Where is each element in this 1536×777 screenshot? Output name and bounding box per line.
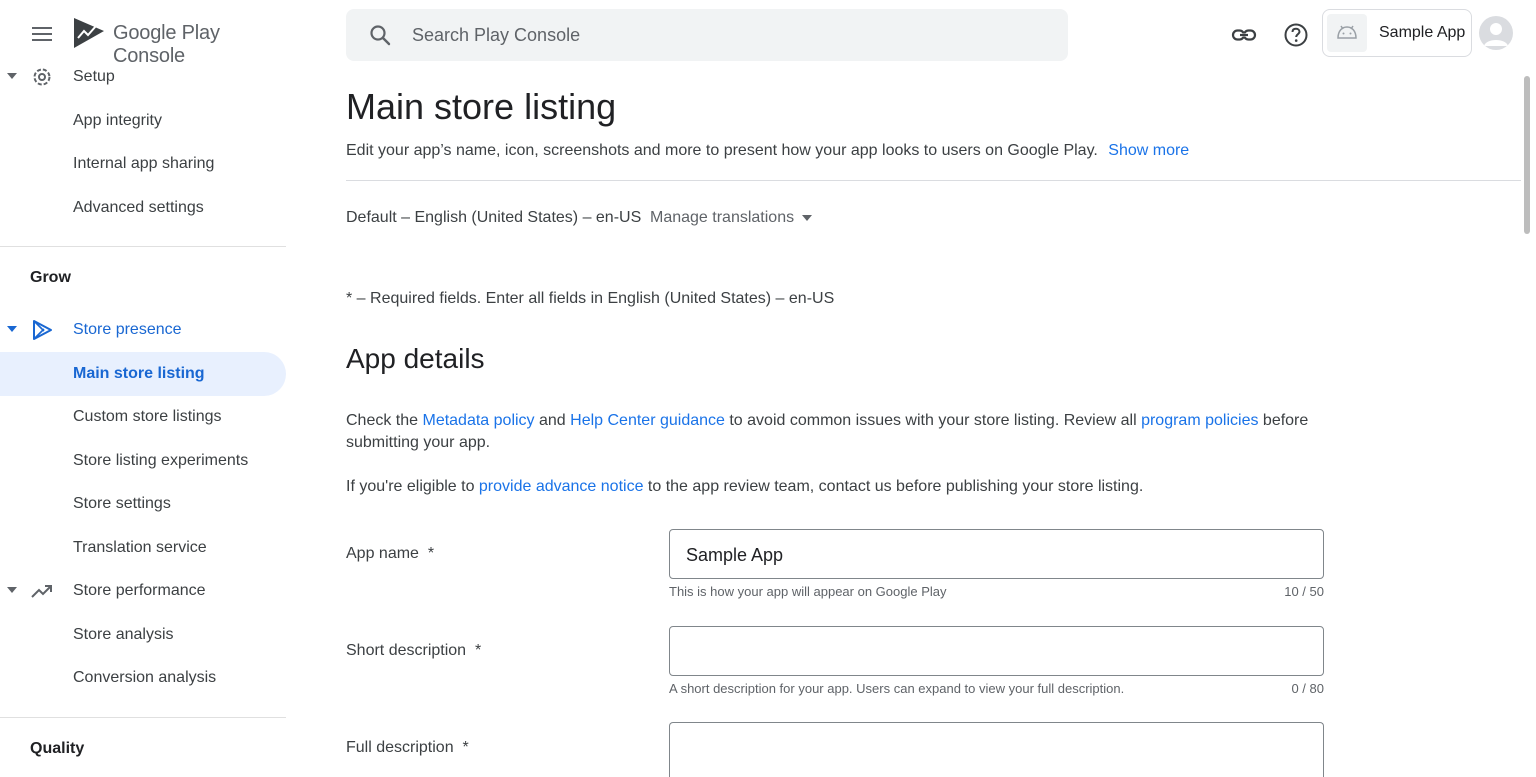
app-name: Sample App	[1379, 24, 1466, 41]
metadata-policy-link[interactable]: Metadata policy	[422, 412, 534, 429]
section-title-grow: Grow	[30, 269, 71, 286]
sidebar-item-label: Store analysis	[73, 626, 174, 643]
play-console-logo-icon	[74, 18, 104, 48]
full-description-label: Full description *	[346, 739, 469, 756]
required-fields-note: * – Required fields. Enter all fields in…	[346, 290, 835, 307]
advance-notice-paragraph: If you're eligible to provide advance no…	[346, 476, 1326, 498]
page-subtitle-text: Edit your app’s name, icon, screenshots …	[346, 142, 1098, 159]
app-thumbnail	[1327, 14, 1367, 52]
sidebar-item-store-analysis[interactable]: Store analysis	[0, 613, 286, 657]
help-icon[interactable]	[1283, 22, 1309, 48]
sidebar-item-label: Translation service	[73, 539, 207, 556]
show-more-link[interactable]: Show more	[1108, 142, 1189, 159]
page-title: Main store listing	[346, 86, 617, 127]
chevron-down-icon[interactable]	[7, 73, 17, 79]
sidebar-item-label: Store performance	[73, 582, 206, 599]
menu-icon[interactable]	[30, 24, 54, 44]
app-name-input[interactable]	[686, 542, 1306, 568]
brand-name-main: Google Play	[113, 22, 220, 44]
sidebar-item-internal-app-sharing[interactable]: Internal app sharing	[0, 142, 286, 186]
sidebar-item-store-presence[interactable]: Store presence	[0, 308, 286, 352]
sidebar-item-label: Advanced settings	[73, 199, 204, 216]
manage-translations-button[interactable]: Manage translations	[650, 209, 813, 227]
sidebar-item-app-integrity[interactable]: App integrity	[0, 99, 286, 143]
short-description-field-box[interactable]	[669, 626, 1324, 676]
brand-row: Google Play Console	[0, 12, 286, 67]
provide-advance-notice-link[interactable]: provide advance notice	[479, 478, 644, 495]
short-description-helper-text: A short description for your app. Users …	[669, 681, 1125, 696]
sidebar-item-label: Store presence	[73, 321, 182, 338]
sidebar-item-label: Main store listing	[73, 365, 205, 382]
sidebar-item-label: Custom store listings	[73, 408, 222, 425]
full-description-input[interactable]	[686, 735, 1306, 761]
chevron-down-icon[interactable]	[7, 326, 17, 332]
android-icon	[1337, 25, 1357, 39]
play-icon	[33, 320, 52, 340]
sidebar-item-label: Internal app sharing	[73, 155, 215, 172]
account-icon	[1484, 23, 1508, 46]
help-center-guidance-link[interactable]: Help Center guidance	[570, 412, 725, 429]
short-description-char-count: 0 / 80	[1291, 681, 1324, 696]
sidebar-divider	[0, 246, 286, 247]
sidebar-item-custom-store-listings[interactable]: Custom store listings	[0, 395, 286, 439]
page-subtitle: Edit your app’s name, icon, screenshots …	[346, 142, 1189, 160]
sidebar-item-label: Store settings	[73, 495, 171, 512]
app-selector[interactable]: Sample App	[1322, 9, 1472, 57]
app-name-label: App name *	[346, 545, 435, 562]
chevron-down-icon	[802, 214, 813, 221]
app-name-helper: This is how your app will appear on Goog…	[669, 584, 1324, 599]
sidebar-item-label: App integrity	[73, 112, 162, 129]
search-icon	[370, 25, 391, 46]
sidebar-item-translation-service[interactable]: Translation service	[0, 526, 286, 570]
manage-translations-label: Manage translations	[650, 209, 795, 226]
sidebar-divider	[0, 717, 286, 718]
section-heading-app-details: App details	[346, 343, 485, 374]
short-description-input[interactable]	[686, 639, 1306, 665]
policy-text-3: to avoid common issues with your store l…	[724, 412, 1142, 429]
app-name-helper-text: This is how your app will appear on Goog…	[669, 584, 947, 599]
sidebar-item-label: Conversion analysis	[73, 669, 217, 686]
short-description-label: Short description *	[346, 642, 482, 659]
avatar[interactable]	[1479, 16, 1513, 50]
search-bar[interactable]	[346, 9, 1068, 61]
policy-text-2: and	[534, 412, 571, 429]
default-language: Default – English (United States) – en-U…	[346, 209, 642, 226]
sidebar: Google Play Console Setup App integrity …	[0, 0, 286, 777]
sidebar-item-label: Setup	[73, 68, 115, 85]
sidebar-item-advanced-settings[interactable]: Advanced settings	[0, 186, 286, 230]
sidebar-item-conversion-analysis[interactable]: Conversion analysis	[0, 656, 286, 700]
gear-icon	[33, 68, 51, 86]
app-name-field-box[interactable]	[669, 529, 1324, 579]
sidebar-item-store-listing-experiments[interactable]: Store listing experiments	[0, 439, 286, 483]
sidebar-item-label: Store listing experiments	[73, 452, 249, 469]
policy-text-1: Check the	[346, 412, 423, 429]
app-name-char-count: 10 / 50	[1284, 584, 1324, 599]
link-icon[interactable]	[1231, 22, 1257, 48]
sidebar-item-setup[interactable]: Setup	[0, 55, 286, 99]
policy-paragraph: Check the Metadata policy and Help Cente…	[346, 410, 1326, 454]
notice-text-1: If you're eligible to	[346, 478, 479, 495]
section-title-quality: Quality	[30, 740, 85, 757]
program-policies-link[interactable]: program policies	[1141, 412, 1258, 429]
short-description-helper: A short description for your app. Users …	[669, 681, 1324, 696]
search-input[interactable]	[412, 19, 1012, 51]
full-description-field-box[interactable]	[669, 722, 1324, 777]
trending-up-icon	[31, 585, 52, 598]
sidebar-item-store-performance[interactable]: Store performance	[0, 569, 286, 613]
header-divider	[346, 180, 1521, 181]
scrollbar-thumb[interactable]	[1524, 76, 1530, 234]
sidebar-item-store-settings[interactable]: Store settings	[0, 482, 286, 526]
notice-text-2: to the app review team, contact us befor…	[643, 478, 1144, 495]
chevron-down-icon[interactable]	[7, 587, 17, 593]
sidebar-item-main-store-listing[interactable]: Main store listing	[0, 352, 286, 396]
